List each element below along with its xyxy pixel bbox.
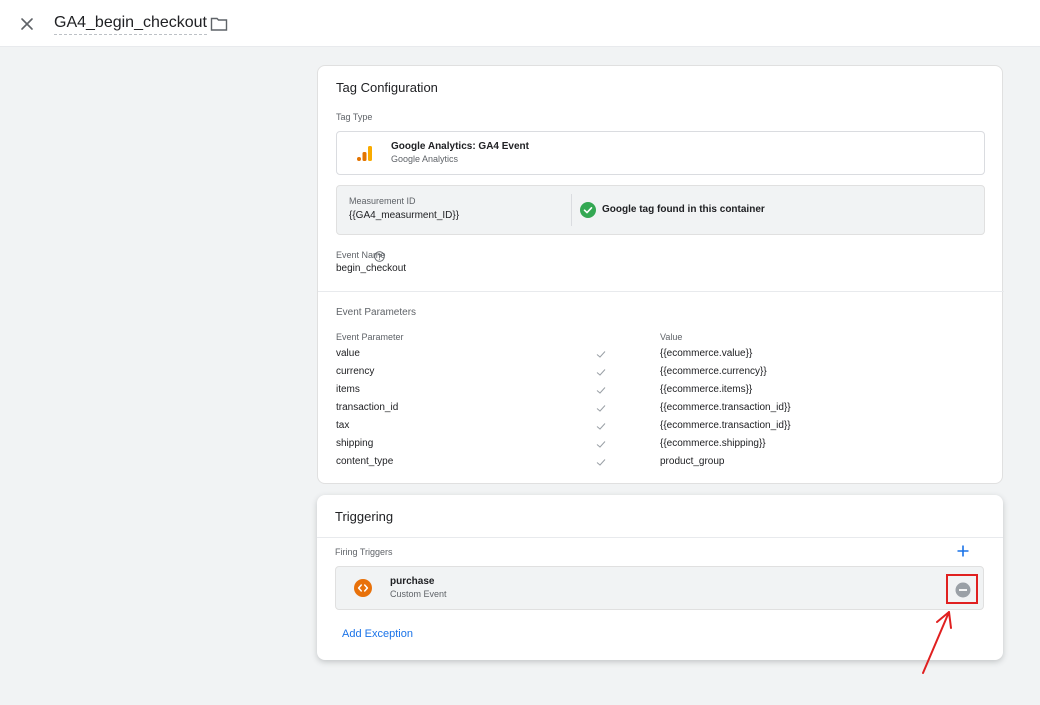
remove-trigger-button[interactable] bbox=[946, 574, 978, 604]
param-value: {{ecommerce.items}} bbox=[660, 384, 753, 395]
param-value: {{ecommerce.currency}} bbox=[660, 366, 767, 377]
param-value: {{ecommerce.shipping}} bbox=[660, 438, 766, 449]
param-name: shipping bbox=[336, 438, 374, 449]
param-name: content_type bbox=[336, 456, 394, 467]
param-value: {{ecommerce.value}} bbox=[660, 348, 753, 359]
help-icon[interactable] bbox=[374, 249, 385, 262]
tag-configuration-card[interactable]: Tag Configuration Tag Type Google Analyt… bbox=[317, 65, 1004, 484]
top-bar: GA4_begin_checkout bbox=[0, 0, 1040, 47]
measurement-id-label: Measurement ID bbox=[349, 196, 416, 206]
check-icon bbox=[596, 385, 606, 395]
param-row: tax {{ecommerce.transaction_id}} bbox=[336, 418, 976, 436]
event-name-value: begin_checkout bbox=[336, 263, 407, 274]
divider bbox=[317, 537, 1003, 538]
triggering-title: Triggering bbox=[335, 509, 394, 524]
param-value: {{ecommerce.transaction_id}} bbox=[660, 420, 791, 431]
param-name: currency bbox=[336, 366, 375, 377]
measurement-id-box[interactable]: Measurement ID {{GA4_measurment_ID}} Goo… bbox=[336, 185, 985, 235]
close-icon[interactable] bbox=[17, 14, 37, 34]
value-column-header: Value bbox=[660, 332, 683, 342]
param-name: transaction_id bbox=[336, 402, 399, 413]
check-icon bbox=[596, 349, 606, 359]
tag-type-name: Google Analytics: GA4 Event bbox=[391, 141, 529, 152]
google-analytics-icon bbox=[356, 144, 374, 162]
tag-type-label: Tag Type bbox=[336, 112, 373, 122]
check-icon bbox=[596, 457, 606, 467]
tag-type-subtitle: Google Analytics bbox=[391, 154, 459, 164]
check-icon bbox=[596, 367, 606, 377]
param-row: value {{ecommerce.value}} bbox=[336, 346, 976, 364]
param-name: tax bbox=[336, 420, 350, 431]
param-row: items {{ecommerce.items}} bbox=[336, 382, 976, 400]
event-parameters-title: Event Parameters bbox=[336, 307, 417, 318]
check-icon bbox=[596, 439, 606, 449]
param-column-header: Event Parameter bbox=[336, 332, 404, 342]
param-name: items bbox=[336, 384, 360, 395]
tag-type-selector[interactable]: Google Analytics: GA4 Event Google Analy… bbox=[336, 131, 985, 175]
divider bbox=[318, 291, 1004, 292]
add-trigger-button[interactable] bbox=[956, 544, 970, 558]
firing-triggers-label: Firing Triggers bbox=[335, 547, 393, 557]
check-icon bbox=[596, 421, 606, 431]
annotation-arrow-icon bbox=[922, 611, 952, 674]
measurement-id-value: {{GA4_measurment_ID}} bbox=[349, 210, 460, 221]
param-row: shipping {{ecommerce.shipping}} bbox=[336, 436, 976, 454]
google-tag-status: Google tag found in this container bbox=[602, 204, 765, 215]
param-name: value bbox=[336, 348, 360, 359]
param-value: {{ecommerce.transaction_id}} bbox=[660, 402, 791, 413]
triggering-card[interactable]: Triggering Firing Triggers purchase Cust… bbox=[317, 495, 1003, 660]
check-circle-icon bbox=[580, 202, 596, 218]
check-icon bbox=[596, 403, 606, 413]
add-exception-link[interactable]: Add Exception bbox=[342, 628, 413, 640]
folder-icon[interactable] bbox=[210, 16, 228, 32]
tag-configuration-title: Tag Configuration bbox=[336, 80, 438, 95]
divider bbox=[571, 194, 572, 226]
param-row: currency {{ecommerce.currency}} bbox=[336, 364, 976, 382]
param-row: content_type product_group bbox=[336, 454, 976, 472]
tag-name-title[interactable]: GA4_begin_checkout bbox=[54, 14, 207, 35]
custom-event-icon bbox=[353, 578, 373, 598]
trigger-row-purchase[interactable]: purchase Custom Event bbox=[335, 566, 984, 610]
remove-circle-icon bbox=[955, 582, 971, 598]
param-row: transaction_id {{ecommerce.transaction_i… bbox=[336, 400, 976, 418]
trigger-type: Custom Event bbox=[390, 589, 447, 599]
trigger-name: purchase bbox=[390, 576, 435, 587]
param-value: product_group bbox=[660, 456, 725, 467]
